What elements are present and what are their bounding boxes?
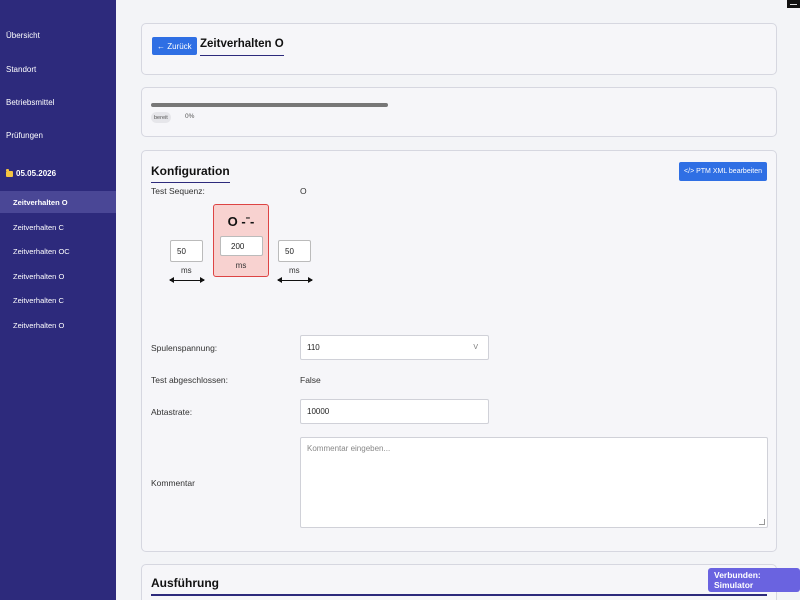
test-done-label: Test abgeschlossen: [151,375,229,385]
execution-divider [151,594,767,596]
configuration-card: Konfiguration </> PTM XML bearbeiten Tes… [141,150,777,552]
coil-voltage-value: 110 [307,343,320,352]
sidebar-test-item[interactable]: Zeitverhalten C [0,216,116,238]
coil-voltage-label: Spulenspannung: [151,343,218,353]
resize-handle-icon[interactable] [759,519,765,525]
connection-status-badge[interactable]: Verbunden: Simulator [708,568,800,592]
sample-rate-label: Abtastrate: [151,407,193,417]
sample-rate-input[interactable]: 10000 [300,399,489,424]
pre-time-unit: ms [181,266,192,275]
post-time-input[interactable]: 50 [278,240,311,262]
sidebar-test-item[interactable]: Zeitverhalten O [0,314,116,336]
window-control-icon[interactable] [787,0,800,8]
operation-time-unit: ms [235,261,247,270]
sidebar-test-item[interactable]: Zeitverhalten C [0,289,116,311]
status-badge: bereit [151,112,171,123]
execution-title: Ausführung [151,576,219,590]
folder-icon [6,168,13,177]
pre-time-input[interactable]: 50 [170,240,203,262]
progress-bar-fill [151,103,388,107]
comment-textarea[interactable]: Kommentar eingeben... [300,437,768,528]
execution-card: Ausführung [141,564,777,600]
page-title: Zeitverhalten O [200,38,284,56]
sidebar-date-label: 05.05.2026 [16,169,57,178]
operation-block: O -ˉ- 200 ms [213,204,269,277]
test-done-value: False [300,375,321,385]
sidebar-item-tests[interactable]: Prüfungen [6,131,43,140]
post-time-unit: ms [289,266,300,275]
sidebar-test-item[interactable]: Zeitverhalten OC [0,240,116,262]
post-time-arrow-icon [277,277,313,283]
operation-time-input[interactable]: 200 [220,236,263,256]
coil-voltage-unit: V [473,344,478,351]
sidebar-test-item[interactable]: Zeitverhalten O [0,191,116,213]
back-button[interactable]: ← Zurück [152,37,197,55]
sidebar-item-overview[interactable]: Übersicht [6,31,40,40]
progress-card: bereit 0% [141,87,777,137]
progress-percent: 0% [185,113,195,120]
sidebar-item-location[interactable]: Standort [6,65,36,74]
header-card: ← Zurück Zeitverhalten O [141,23,777,75]
edit-ptm-xml-button[interactable]: </> PTM XML bearbeiten [679,162,767,181]
configuration-title: Konfiguration [151,164,230,183]
comment-label: Kommentar [151,478,195,488]
sidebar: Übersicht Standort Betriebsmittel Prüfun… [0,0,116,600]
sequence-label: Test Sequenz: [151,186,205,196]
operation-symbol: O -ˉ- [227,214,255,229]
sidebar-item-equipment[interactable]: Betriebsmittel [6,98,54,107]
coil-voltage-select[interactable]: 110 V [300,335,489,360]
pre-time-arrow-icon [169,277,205,283]
comment-placeholder: Kommentar eingeben... [307,444,391,453]
sidebar-date-group[interactable]: 05.05.2026 [6,168,57,178]
progress-bar [151,103,388,107]
sequence-value: O [300,186,307,196]
sidebar-test-item[interactable]: Zeitverhalten O [0,265,116,287]
